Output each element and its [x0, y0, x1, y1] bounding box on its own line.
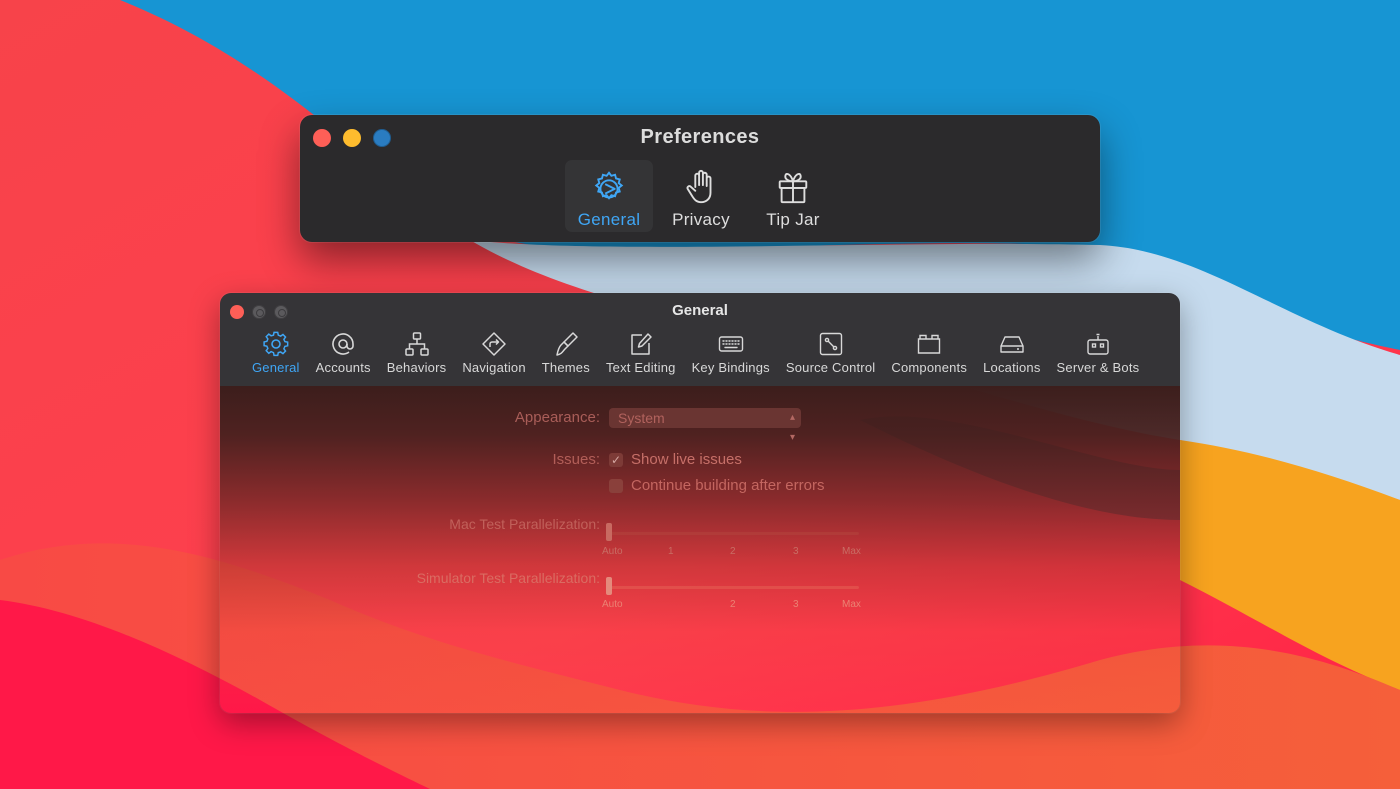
hierarchy-icon: [404, 332, 429, 356]
general-window: General General Accounts Behaviors Navig…: [220, 293, 1180, 713]
tab-key-bindings[interactable]: Key Bindings: [684, 331, 778, 375]
continue-building-row[interactable]: Continue building after errors: [609, 477, 824, 494]
tick-label: 2: [730, 599, 736, 610]
tick-label: 2: [730, 546, 736, 557]
pencil-square-icon: [631, 333, 652, 355]
tab-label: Text Editing: [605, 360, 676, 375]
tab-general[interactable]: General: [244, 331, 308, 375]
tab-source-control[interactable]: Source Control: [778, 331, 884, 375]
tab-label: Locations: [983, 360, 1041, 375]
paintbrush-icon: [556, 332, 578, 356]
tab-server-bots[interactable]: Server & Bots: [1049, 331, 1148, 375]
settings-content: Appearance: System ▴ ▾ Issues: ✓ Show liv…: [220, 386, 1180, 713]
tick-label: 3: [793, 599, 799, 610]
at-icon: [332, 333, 354, 355]
preferences-window: Preferences General Privacy Tip Jar: [300, 115, 1100, 242]
continue-building-checkbox[interactable]: [609, 478, 623, 493]
tab-label: General: [577, 210, 641, 229]
tab-navigation[interactable]: Navigation: [454, 331, 533, 375]
simulator-parallelization-slider[interactable]: [609, 586, 859, 589]
updown-chevron-icon: ▴ ▾: [789, 412, 795, 443]
hand-icon: [686, 169, 712, 204]
gear-compass-icon: [594, 171, 624, 200]
appearance-label: Appearance:: [514, 409, 600, 426]
drive-icon: [1000, 336, 1024, 353]
tab-label: Tip Jar: [766, 210, 820, 229]
tick-label: Auto: [602, 599, 623, 610]
tab-label: Source Control: [785, 360, 876, 375]
tab-locations[interactable]: Locations: [975, 331, 1048, 375]
tab-tip-jar[interactable]: Tip Jar: [749, 160, 837, 232]
mac-parallelization-slider[interactable]: [609, 532, 859, 535]
robot-icon: [1087, 333, 1109, 355]
tick-label: Max: [842, 599, 861, 610]
window-toolbar: General General Accounts Behaviors Navig…: [220, 293, 1180, 386]
mac-parallelization-knob[interactable]: [606, 523, 612, 541]
mac-parallelization-label: Mac Test Parallelization:: [449, 516, 600, 532]
tab-themes[interactable]: Themes: [534, 331, 598, 375]
tab-general[interactable]: General: [565, 160, 653, 232]
tab-label: Themes: [541, 360, 590, 375]
components-icon: [918, 334, 941, 354]
gift-icon: [778, 173, 808, 204]
tab-components[interactable]: Components: [883, 331, 975, 375]
tick-label: Auto: [602, 546, 623, 557]
issues-label: Issues:: [552, 451, 600, 468]
tick-label: 1: [668, 546, 674, 557]
tab-label: Components: [891, 360, 968, 375]
show-live-issues-checkbox[interactable]: ✓: [609, 452, 623, 467]
tab-label: Privacy: [672, 210, 730, 229]
appearance-value: System: [618, 410, 665, 426]
window-title: General: [672, 302, 728, 319]
preferences-tab-bar: General Privacy Tip Jar: [565, 160, 837, 232]
continue-building-label: Continue building after errors: [631, 477, 825, 494]
tab-label: Accounts: [315, 360, 371, 375]
tab-label: Server & Bots: [1056, 360, 1140, 375]
tick-label: 3: [793, 546, 799, 557]
keyboard-icon: [718, 336, 743, 352]
simulator-parallelization-label: Simulator Test Parallelization:: [416, 570, 600, 586]
tab-label: Navigation: [462, 360, 526, 375]
tab-label: Behaviors: [386, 360, 447, 375]
simulator-parallelization-knob[interactable]: [606, 577, 612, 595]
tick-label: Max: [842, 546, 861, 557]
tab-label: Key Bindings: [691, 360, 770, 375]
source-control-icon: [819, 332, 842, 356]
tab-behaviors[interactable]: Behaviors: [379, 331, 455, 375]
show-live-issues-row[interactable]: ✓ Show live issues: [609, 451, 742, 468]
tab-text-editing[interactable]: Text Editing: [598, 331, 684, 375]
tab-privacy[interactable]: Privacy: [657, 160, 745, 232]
appearance-popup[interactable]: System ▴ ▾: [609, 408, 801, 443]
window-title: Preferences: [640, 126, 760, 148]
gear-icon: [263, 331, 289, 357]
settings-tab-bar: General Accounts Behaviors Navigation Th…: [244, 331, 1147, 375]
show-live-issues-label: Show live issues: [631, 451, 742, 468]
navigation-diamond-icon: [482, 332, 506, 356]
tab-accounts[interactable]: Accounts: [308, 331, 379, 375]
tab-label: General: [252, 360, 300, 375]
